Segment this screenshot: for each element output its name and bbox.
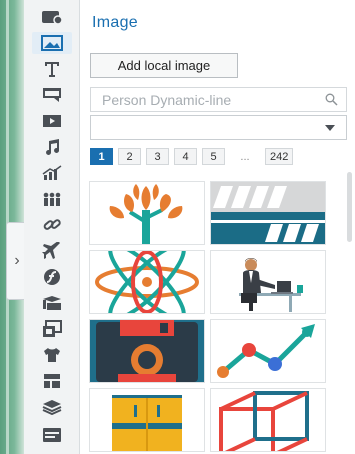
rail-tshirt[interactable]	[32, 344, 72, 366]
page-button-2[interactable]: 2	[118, 148, 141, 165]
page-button-1[interactable]: 1	[90, 148, 113, 165]
category-select[interactable]	[90, 115, 347, 140]
tree-image	[109, 184, 183, 244]
wire-cube-image	[219, 391, 309, 451]
chevron-down-icon[interactable]	[314, 116, 346, 139]
cabinet-image	[112, 395, 182, 451]
page-button-3[interactable]: 3	[146, 148, 169, 165]
flash-icon	[44, 269, 60, 285]
layers-icon	[42, 400, 62, 415]
rail-component[interactable]	[32, 292, 72, 314]
rail-airplane[interactable]	[32, 240, 72, 262]
chevron-right-icon: ›	[14, 252, 20, 269]
image-tile[interactable]	[89, 319, 205, 383]
people-icon	[43, 192, 61, 206]
search-icon[interactable]	[325, 93, 338, 106]
rail-frame[interactable]	[32, 84, 72, 106]
image-tile[interactable]	[89, 250, 205, 314]
tshirt-icon	[44, 348, 60, 362]
tool-rail	[24, 0, 80, 454]
image-tile[interactable]	[210, 319, 326, 383]
layout-icon	[44, 374, 60, 388]
image-icon	[41, 35, 63, 51]
panel-scrollbar[interactable]	[347, 172, 352, 242]
module-icon	[43, 320, 62, 337]
music-icon	[46, 139, 60, 155]
person-at-desk-image	[239, 258, 303, 312]
image-tile[interactable]	[210, 181, 326, 245]
search-input[interactable]	[91, 88, 322, 111]
component-icon	[43, 296, 61, 310]
panel-title: Image	[92, 14, 138, 31]
pagination: 1 2 3 4 5 ... 242	[90, 148, 294, 165]
image-panel: Image Add local image 1 2 3 4 5 ... 242	[80, 0, 355, 454]
rail-image[interactable]	[32, 32, 72, 54]
image-tile[interactable]	[210, 250, 326, 314]
background-icon	[43, 428, 61, 442]
link-icon	[43, 219, 61, 230]
airplane-icon	[42, 242, 60, 259]
page-ellipsis: ...	[230, 148, 260, 165]
line-chart-image	[217, 324, 315, 378]
image-tile[interactable]	[89, 181, 205, 245]
rail-people[interactable]	[32, 188, 72, 210]
page-button-last[interactable]: 242	[265, 148, 294, 165]
floppy-disk-image	[90, 320, 204, 382]
rail-shape[interactable]	[32, 6, 72, 28]
rail-chart[interactable]	[32, 162, 72, 184]
text-icon	[45, 62, 59, 77]
barcode-stripes-image	[211, 182, 325, 244]
image-tile[interactable]	[210, 388, 326, 452]
rail-layout[interactable]	[32, 370, 72, 392]
atom-image	[95, 251, 199, 313]
shape-icon	[42, 11, 63, 25]
rail-music[interactable]	[32, 136, 72, 158]
video-icon	[43, 115, 61, 127]
rail-link[interactable]	[32, 214, 72, 236]
image-tile[interactable]	[89, 388, 205, 452]
chart-icon	[42, 165, 62, 180]
rail-flash[interactable]	[32, 266, 72, 288]
page-button-5[interactable]: 5	[202, 148, 225, 165]
add-local-image-button[interactable]: Add local image	[90, 53, 238, 78]
rail-module[interactable]	[32, 318, 72, 340]
rail-layers[interactable]	[32, 396, 72, 418]
rail-text[interactable]	[32, 58, 72, 80]
frame-icon	[43, 88, 61, 102]
rail-background[interactable]	[32, 424, 72, 446]
page-button-4[interactable]: 4	[174, 148, 197, 165]
rail-video[interactable]	[32, 110, 72, 132]
search-box	[90, 87, 347, 112]
